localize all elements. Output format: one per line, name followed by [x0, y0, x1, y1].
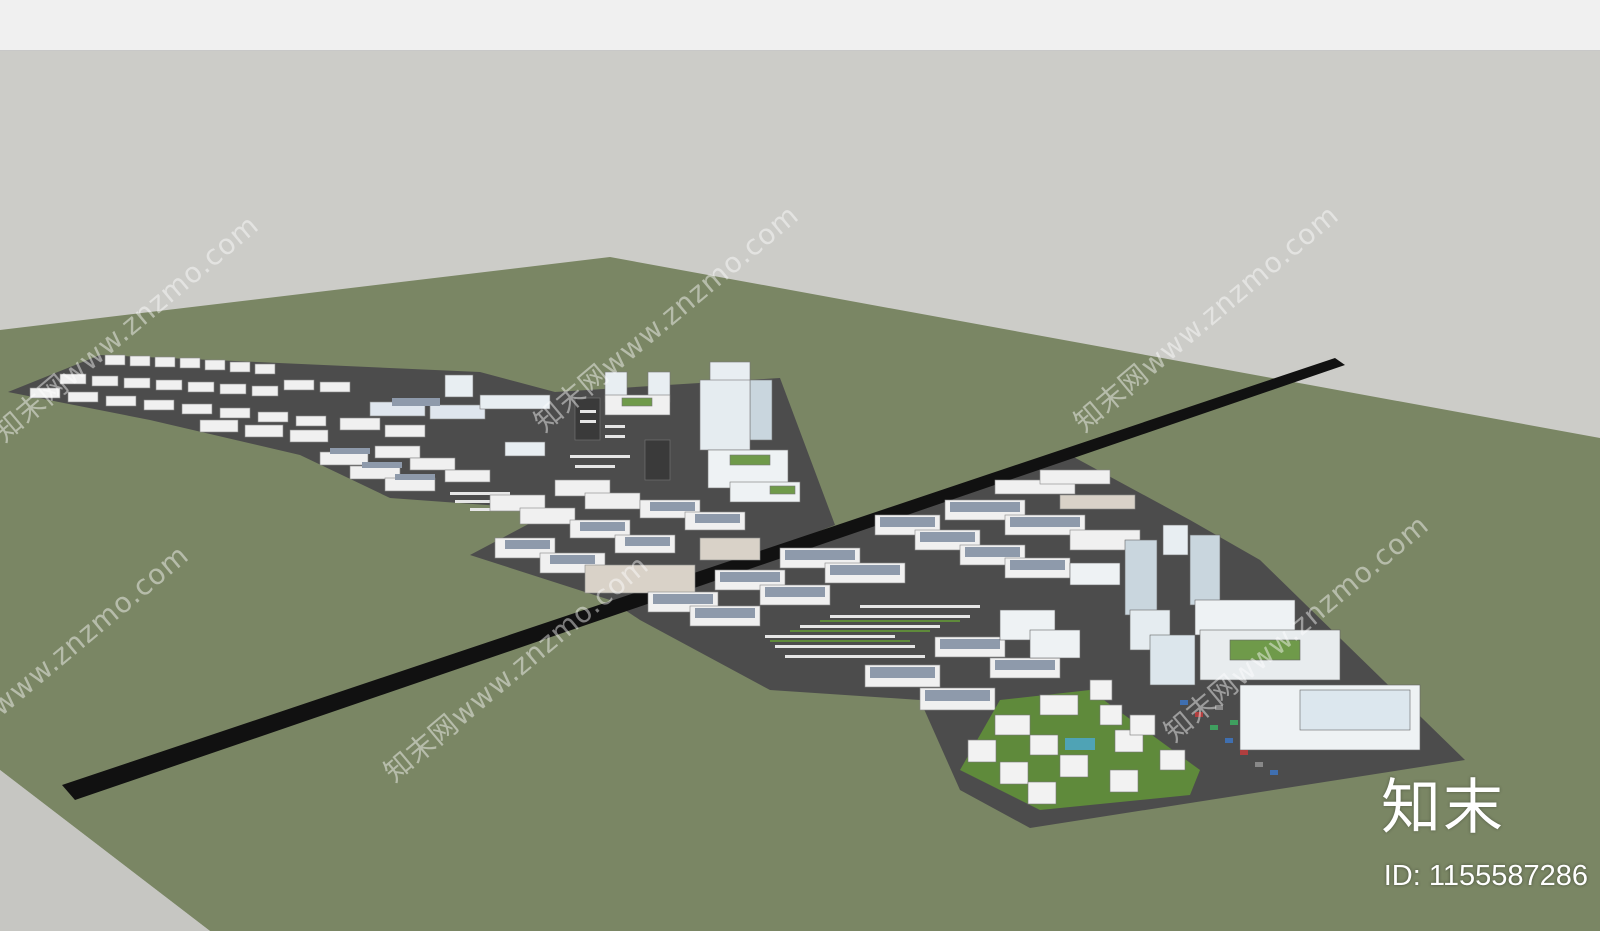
residential-pool — [1065, 738, 1095, 750]
model-id-label: ID: 1155587286 — [1383, 860, 1588, 892]
top-toolbar-strip — [0, 0, 1600, 51]
3d-model-viewport[interactable]: 知末网www.znzmo.com 知末网www.znzmo.com 知末网www… — [0, 50, 1600, 931]
scene-canvas[interactable] — [0, 50, 1600, 931]
brand-logo: 知末 — [1381, 773, 1505, 843]
